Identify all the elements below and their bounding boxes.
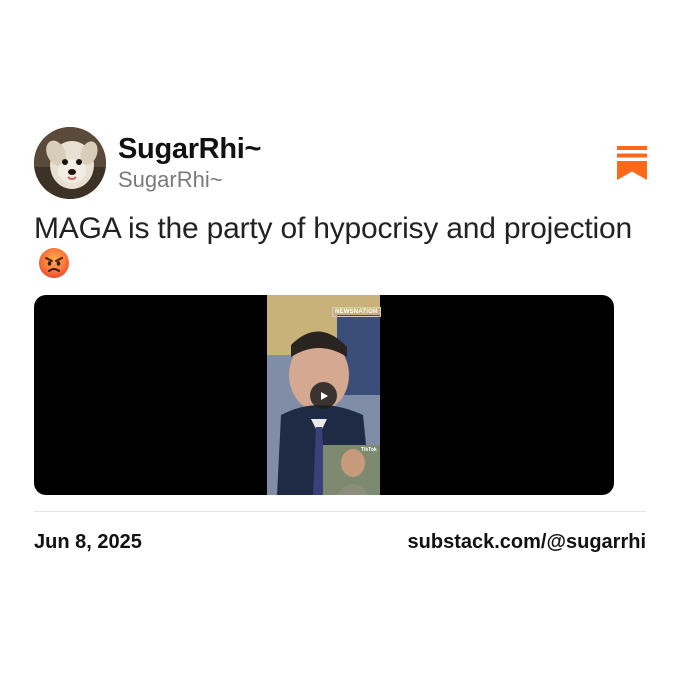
post-text: MAGA is the party of hypocrisy and proje…: [34, 210, 634, 284]
substack-logo-icon[interactable]: [617, 146, 647, 180]
author-name[interactable]: SugarRhi~: [118, 131, 261, 167]
play-icon: [320, 391, 328, 400]
divider: [34, 511, 646, 512]
video-embed[interactable]: NEWSNATION TikTok: [34, 295, 614, 495]
profile-url[interactable]: substack.com/@sugarrhi: [408, 529, 646, 555]
author-handle[interactable]: SugarRhi~: [118, 166, 223, 194]
post-body: MAGA is the party of hypocrisy and proje…: [34, 212, 632, 245]
post-date: Jun 8, 2025: [34, 531, 142, 553]
avatar[interactable]: [34, 127, 106, 199]
post-card: SugarRhi~ SugarRhi~ MAGA is the party of…: [0, 0, 680, 680]
dog-avatar-icon: [34, 127, 106, 199]
tiktok-watermark: TikTok: [361, 447, 377, 453]
newsnation-label: NEWSNATION: [332, 307, 381, 317]
play-button[interactable]: [310, 382, 337, 409]
angry-face-emoji-icon: [38, 247, 70, 279]
